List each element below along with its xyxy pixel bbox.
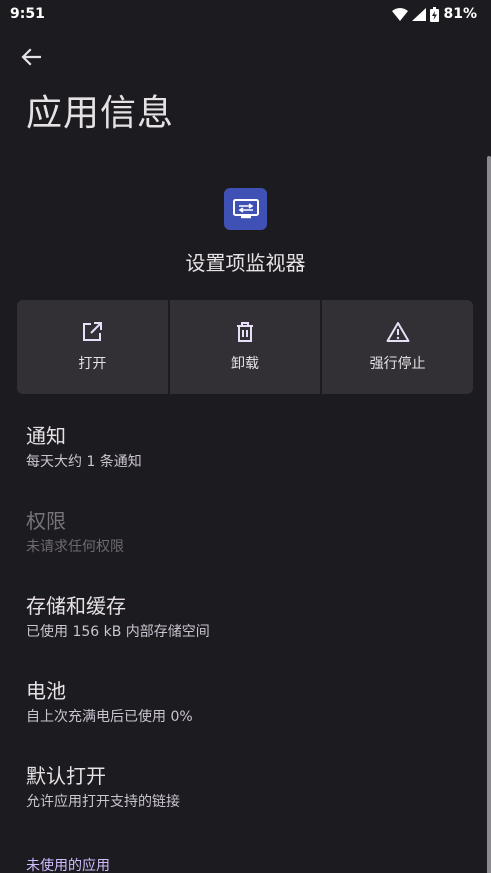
- battery-icon: [430, 6, 440, 22]
- warning-icon: [386, 322, 410, 342]
- open-by-default-item[interactable]: 默认打开 允许应用打开支持的链接: [26, 763, 466, 813]
- storage-cache-item[interactable]: 存储和缓存 已使用 156 kB 内部存储空间: [26, 593, 466, 643]
- wifi-icon: [392, 7, 409, 21]
- notifications-item[interactable]: 通知 每天大约 1 条通知: [26, 423, 466, 473]
- status-bar: 9:51 81%: [0, 0, 491, 28]
- item-title: 通知: [26, 424, 66, 448]
- app-icon: [224, 188, 267, 230]
- force-stop-button[interactable]: 强行停止: [322, 300, 474, 394]
- battery-percent: 81%: [443, 6, 477, 22]
- app-name: 设置项监视器: [185, 251, 306, 275]
- settings-monitor-app-icon: [232, 199, 259, 219]
- uninstall-button[interactable]: 卸载: [169, 300, 321, 394]
- arrow-back-icon: [21, 48, 41, 66]
- item-subtitle: 允许应用打开支持的链接: [26, 794, 180, 810]
- open-label: 打开: [78, 356, 107, 372]
- action-bar: 打开 卸载 强行停止: [17, 300, 474, 394]
- status-time: 9:51: [10, 6, 45, 22]
- signal-icon: [412, 7, 427, 21]
- item-title: 存储和缓存: [26, 594, 126, 618]
- item-title: 电池: [26, 679, 66, 703]
- item-subtitle: 未请求任何权限: [26, 539, 124, 555]
- open-button[interactable]: 打开: [17, 300, 168, 394]
- uninstall-label: 卸载: [231, 356, 259, 372]
- item-subtitle: 每天大约 1 条通知: [26, 454, 142, 470]
- trash-icon: [237, 322, 253, 342]
- status-icons: 81%: [392, 6, 477, 22]
- permissions-item: 权限 未请求任何权限: [26, 508, 466, 558]
- item-title: 默认打开: [26, 764, 106, 788]
- battery-item[interactable]: 电池 自上次充满电后已使用 0%: [26, 678, 466, 728]
- app-info-screen: 9:51 81% 应用信息 设置项监视器 打开 卸载 强行停止 通知 每天大约 …: [0, 0, 491, 873]
- page-title: 应用信息: [26, 93, 175, 134]
- item-subtitle: 自上次充满电后已使用 0%: [26, 709, 193, 725]
- open-external-icon: [83, 322, 103, 341]
- force-stop-label: 强行停止: [369, 356, 426, 372]
- item-title: 权限: [26, 509, 66, 533]
- unused-apps-section-header: 未使用的应用: [26, 858, 110, 873]
- item-subtitle: 已使用 156 kB 内部存储空间: [26, 624, 210, 640]
- back-button[interactable]: [14, 42, 48, 72]
